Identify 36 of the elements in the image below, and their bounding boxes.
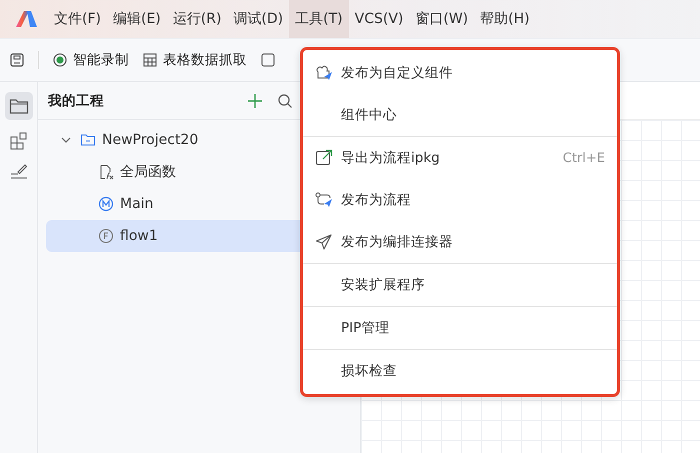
app-logo (14, 9, 38, 29)
search-icon[interactable] (278, 94, 292, 108)
tool-icon[interactable] (261, 53, 275, 67)
folder-icon (80, 132, 96, 148)
table-icon (143, 53, 157, 67)
flow-send-icon (315, 191, 333, 209)
flow-icon (98, 228, 114, 244)
export-icon (315, 149, 333, 167)
menu-item[interactable]: 安装扩展程序 (303, 264, 617, 306)
toolbar-button[interactable]: 智能录制 (53, 51, 129, 69)
menu-bar-item[interactable]: VCS(V) (348, 0, 410, 38)
menu-item[interactable]: 导出为流程ipkg Ctrl+E (303, 137, 617, 179)
pen-icon[interactable] (10, 162, 28, 180)
menu-bar-item[interactable]: 运行(R) (166, 0, 228, 38)
send-icon (315, 233, 333, 251)
panel-title: 我的工程 (48, 92, 105, 110)
save-icon[interactable] (10, 53, 24, 67)
folder-icon[interactable] (4, 92, 32, 120)
menu-item[interactable]: 损坏检查 (303, 350, 617, 392)
main-flow-icon (98, 196, 114, 212)
record-icon (53, 53, 67, 67)
menu-item[interactable]: PIP管理 (303, 307, 617, 349)
puzzle-send-icon (315, 64, 333, 82)
menu-bar-item[interactable]: 编辑(E) (106, 0, 167, 38)
add-icon[interactable] (248, 94, 262, 108)
function-file-icon (98, 164, 114, 180)
menu-bar-item[interactable]: 工具(T) (289, 0, 349, 38)
menu-item[interactable]: 发布为流程 (303, 179, 617, 221)
menu-item[interactable]: 发布为自定义组件 (303, 52, 617, 94)
toolbar-button[interactable]: 表格数据抓取 (143, 51, 247, 69)
menu-bar-item[interactable]: 调试(D) (227, 0, 290, 38)
menu-bar-item[interactable]: 文件(F) (48, 0, 107, 38)
menu-bar-item[interactable]: 帮助(H) (474, 0, 536, 38)
blocks-icon[interactable] (10, 132, 28, 150)
menu-item[interactable]: 组件中心 (303, 94, 617, 136)
menu-bar-item[interactable]: 窗口(W) (409, 0, 474, 38)
